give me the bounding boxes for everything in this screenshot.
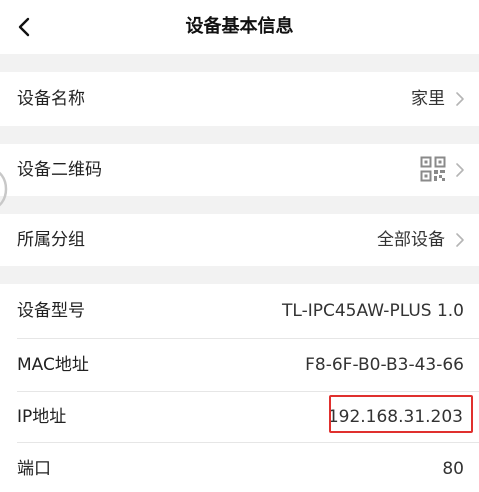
row-group[interactable]: 所属分组 全部设备 xyxy=(0,214,479,266)
port-label: 端口 xyxy=(17,459,51,479)
section-gap xyxy=(0,266,479,284)
chevron-right-icon xyxy=(456,92,464,106)
group-value: 全部设备 xyxy=(377,230,445,250)
row-model: 设备型号 TL-IPC45AW-PLUS 1.0 xyxy=(0,284,479,338)
device-info-screen: 设备基本信息 设备名称 家里 设备二维码 所属分组 全部设备 设备型号 TL-I… xyxy=(0,0,479,492)
ip-highlight-box xyxy=(329,395,473,433)
section-gap xyxy=(0,54,479,72)
row-port: 端口 80 xyxy=(0,443,479,492)
mac-label: MAC地址 xyxy=(17,355,89,375)
device-name-label: 设备名称 xyxy=(17,89,85,109)
section-gap xyxy=(0,196,479,214)
row-device-name[interactable]: 设备名称 家里 xyxy=(0,72,479,126)
chevron-right-icon xyxy=(456,163,464,177)
mac-value: F8-6F-B0-B3-43-66 xyxy=(305,355,464,375)
section-gap xyxy=(0,126,479,144)
row-mac: MAC地址 F8-6F-B0-B3-43-66 xyxy=(0,339,479,391)
row-device-qrcode[interactable]: 设备二维码 xyxy=(0,144,479,196)
chevron-right-icon xyxy=(456,233,464,247)
ip-label: IP地址 xyxy=(17,407,67,427)
nav-bar: 设备基本信息 xyxy=(0,0,479,54)
device-name-value: 家里 xyxy=(411,89,445,109)
qr-code-icon xyxy=(420,156,446,182)
edge-swipe-handle xyxy=(0,171,8,207)
device-qrcode-label: 设备二维码 xyxy=(17,160,102,180)
model-label: 设备型号 xyxy=(17,301,85,321)
model-value: TL-IPC45AW-PLUS 1.0 xyxy=(282,301,464,321)
page-title: 设备基本信息 xyxy=(185,16,294,37)
port-value: 80 xyxy=(442,459,464,479)
group-label: 所属分组 xyxy=(17,230,85,250)
